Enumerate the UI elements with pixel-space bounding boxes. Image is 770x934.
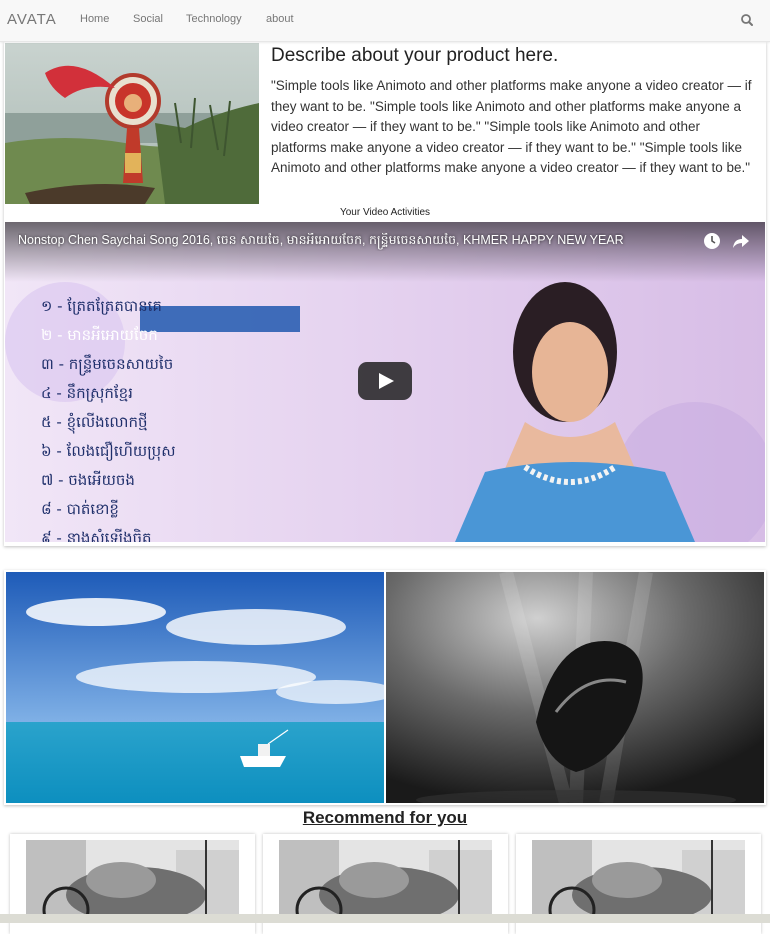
playlist-item: ៤ - នឹកស្រុកខ្មែរ — [41, 384, 133, 402]
playlist-item: ៣ - កន្រ្ទឹមចេនសាយចៃ — [41, 355, 174, 373]
recommend-heading: Recommend for you — [302, 808, 468, 827]
gallery-image-boat[interactable] — [6, 572, 384, 803]
playlist-item: ៦ - លែងជឿហើយប្រុស — [41, 442, 176, 460]
playlist-item: ៧ - ចងអើយចង — [41, 471, 135, 489]
product-title: Describe about your product here. — [271, 45, 559, 66]
play-button[interactable] — [358, 362, 412, 400]
share-icon — [733, 235, 749, 248]
bottom-bar — [0, 914, 770, 923]
gallery-image-underwater[interactable] — [386, 572, 764, 803]
product-description: "Simple tools like Animoto and other pla… — [271, 78, 752, 175]
video-playlist: ១ - ត្រែតត្រែតបានគេ ២ - មានអីអោយចែក ៣ - … — [41, 292, 175, 542]
search-button[interactable] — [738, 11, 756, 29]
navbar: AVATA Home Social Technology about — [0, 0, 770, 42]
playlist-item: ៥ - ខ្ញុំលើងលោកថ្មី — [41, 413, 148, 431]
playlist-item: ១ - ត្រែតត្រែតបានគេ — [41, 297, 162, 315]
playlist-item: ៨ - បាត់ខោខ្លី — [41, 500, 119, 518]
share-button[interactable] — [732, 232, 750, 250]
nav-link-social[interactable]: Social — [133, 13, 163, 25]
video-caption: Your Video Activities — [339, 207, 431, 218]
nav-link-home[interactable]: Home — [80, 13, 109, 25]
nav-link-technology[interactable]: Technology — [186, 13, 242, 25]
video-player[interactable]: Nonstop Chen Saychai Song 2016, ចេន សាយច… — [5, 222, 765, 542]
playlist-item: ៩ - នាងសុំឡើងចិត្ត — [41, 529, 152, 542]
search-icon — [741, 14, 753, 26]
play-icon — [358, 362, 412, 400]
playlist-item: ២ - មានអីអោយចែក — [41, 326, 158, 344]
watch-later-button[interactable] — [703, 232, 721, 250]
recommend-thumbnail — [26, 840, 239, 920]
clock-icon — [704, 233, 720, 249]
recommend-thumbnail — [532, 840, 745, 920]
brand-logo[interactable]: AVATA — [7, 11, 57, 28]
video-title[interactable]: Nonstop Chen Saychai Song 2016, ចេន សាយច… — [18, 233, 698, 251]
nav-link-about[interactable]: about — [266, 13, 294, 25]
recommend-thumbnail — [279, 840, 492, 920]
product-image — [5, 43, 259, 204]
